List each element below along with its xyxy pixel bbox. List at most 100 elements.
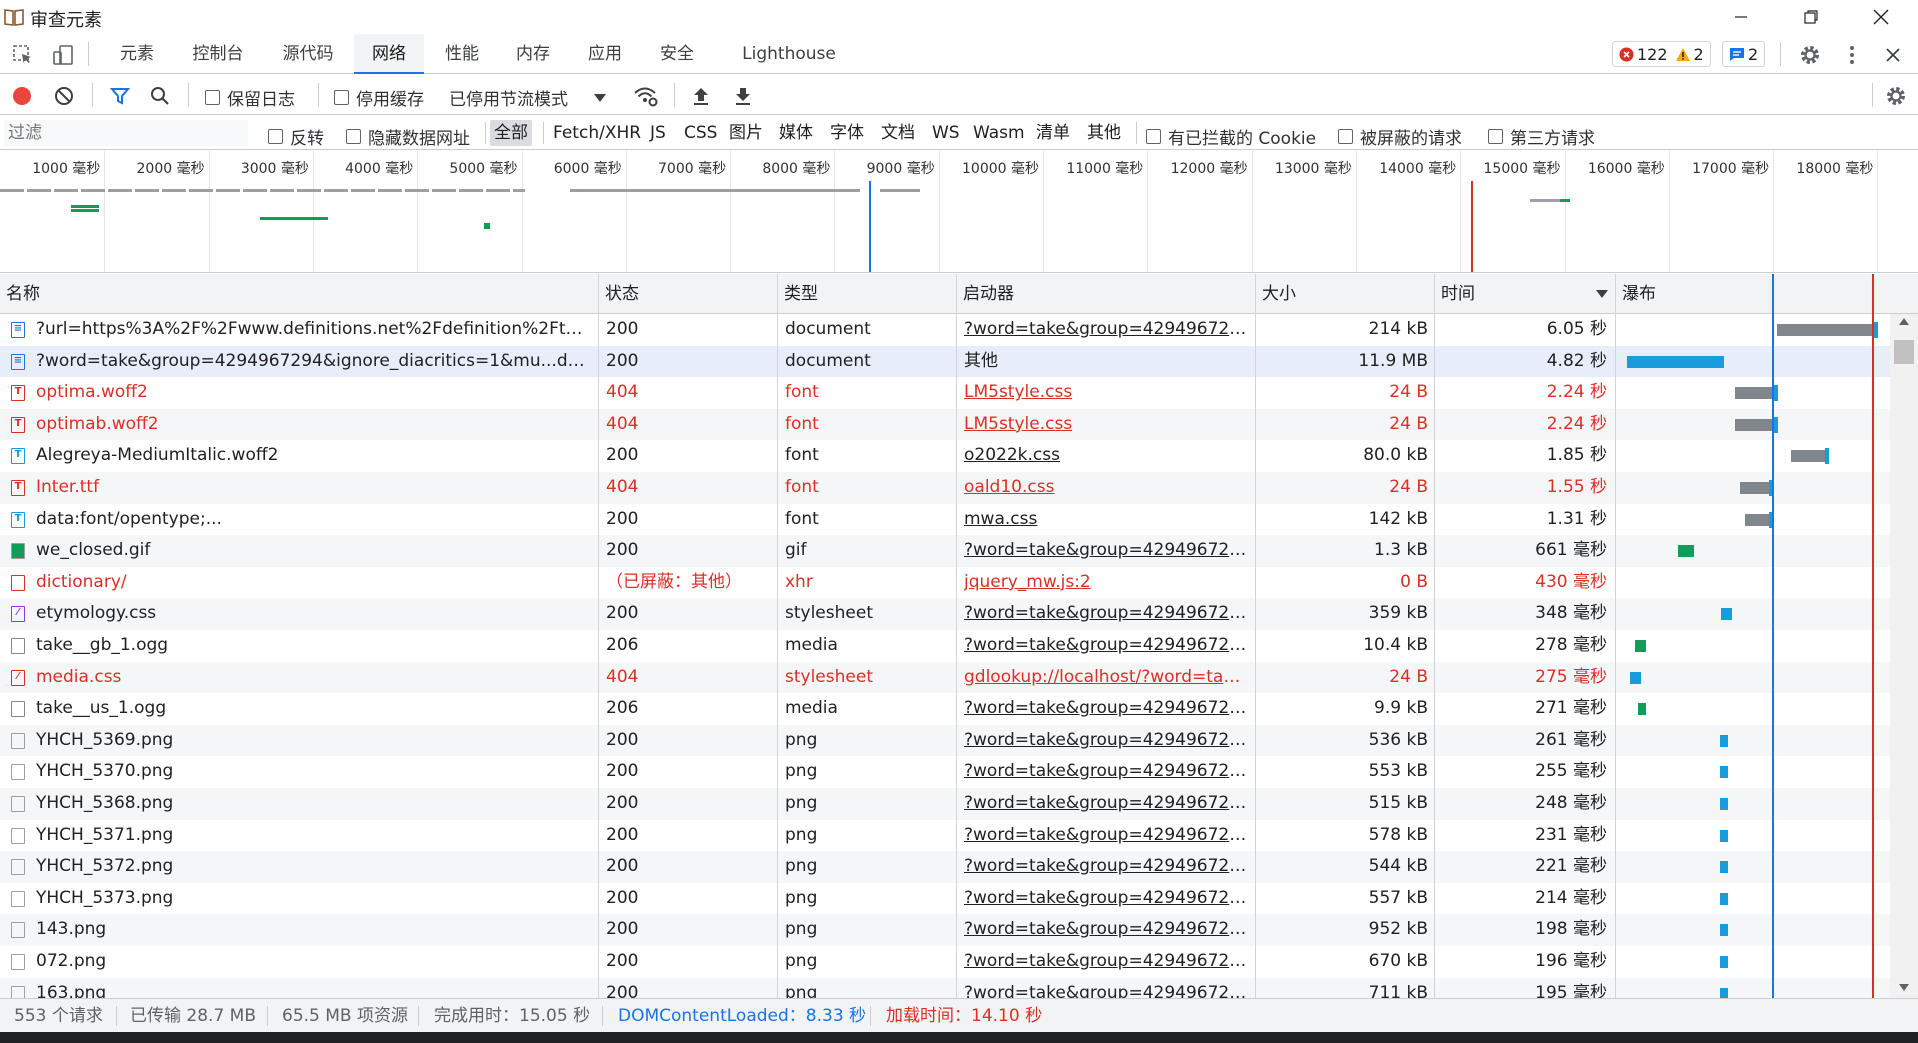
column-header-status[interactable]: 状态 — [599, 274, 777, 314]
table-row[interactable]: dictionary/ （已屏蔽：其他） xhr jquery_mw.js:2 0 B 4… — [0, 567, 1890, 599]
request-initiator[interactable]: ?word=take&group=4294967294... — [964, 725, 1248, 757]
table-row[interactable]: T Inter.ttf 404 font oald10.css 24 B 1.55 秒 — [0, 472, 1890, 504]
table-row[interactable]: ⁄ etymology.css 200 stylesheet ?word=take&gr… — [0, 598, 1890, 630]
table-row[interactable]: 143.png 200 png ?word=take&group=4294967294… — [0, 914, 1890, 946]
checkbox-box[interactable] — [334, 90, 349, 105]
filter-type-doc[interactable]: 文档 — [877, 120, 919, 146]
import-har-button[interactable] — [688, 82, 714, 110]
request-initiator[interactable]: ?word=take&group=4294967294... — [964, 820, 1248, 852]
filter-toggle-button[interactable] — [106, 82, 134, 110]
request-initiator[interactable]: ?word=take&group=4294967294... — [964, 598, 1248, 630]
table-row[interactable]: we_closed.gif 200 gif ?word=take&group=4294… — [0, 535, 1890, 567]
close-window-button[interactable] — [1850, 0, 1912, 34]
column-header-name[interactable]: 名称 — [0, 274, 598, 314]
scroll-up-icon[interactable] — [1899, 318, 1909, 325]
minimize-button[interactable] — [1710, 0, 1772, 34]
table-scrollbar[interactable] — [1890, 314, 1918, 998]
device-toolbar-button[interactable] — [48, 40, 78, 70]
tab-network[interactable]: 网络 — [354, 34, 424, 74]
checkbox-box[interactable] — [1338, 129, 1353, 144]
table-row[interactable]: YHCH_5373.png 200 png ?word=take&group=4294… — [0, 883, 1890, 915]
table-row[interactable]: YHCH_5372.png 200 png ?word=take&group=4294… — [0, 851, 1890, 883]
checkbox-box[interactable] — [1488, 129, 1503, 144]
checkbox-box[interactable] — [205, 90, 220, 105]
table-row[interactable]: Tdata:font/opentype;... 200 font mwa.css 142… — [0, 504, 1890, 536]
request-initiator[interactable]: jquery_mw.js:2 — [964, 567, 1248, 599]
restore-button[interactable] — [1780, 0, 1842, 34]
table-row[interactable]: take__gb_1.ogg 206 media ?word=take&group=4… — [0, 630, 1890, 662]
request-initiator[interactable]: ?word=take&group=4294967294... — [964, 946, 1248, 978]
more-options-button[interactable] — [1838, 39, 1866, 71]
blocked-cookies-checkbox[interactable]: 有已拦截的 Cookie — [1146, 124, 1316, 149]
table-row[interactable]: ≡ ?word=take&group=4294967294&ignore_diac… — [0, 345, 1890, 378]
request-initiator[interactable]: ?word=take&group=4294967294... — [964, 883, 1248, 915]
tab-security[interactable]: 安全 — [647, 34, 707, 74]
table-row[interactable]: YHCH_5369.png 200 png ?word=take&group=4294… — [0, 724, 1890, 757]
inspect-element-button[interactable] — [8, 40, 38, 70]
tab-elements[interactable]: 元素 — [103, 34, 171, 74]
table-row[interactable]: 163.png 200 png ?word=take&group=4294967294… — [0, 977, 1890, 998]
tab-console[interactable]: 控制台 — [182, 34, 254, 74]
filter-type-wasm[interactable]: Wasm — [969, 120, 1029, 146]
request-initiator[interactable]: ?word=take&group=4294967294... — [964, 978, 1248, 998]
filter-type-media[interactable]: 媒体 — [775, 120, 817, 146]
tab-memory[interactable]: 内存 — [503, 34, 563, 74]
filter-type-js[interactable]: JS — [646, 120, 670, 146]
tab-performance[interactable]: 性能 — [432, 34, 492, 74]
request-initiator[interactable]: LM5style.css — [964, 377, 1248, 409]
scrollbar-thumb[interactable] — [1894, 340, 1914, 364]
filter-type-font[interactable]: 字体 — [826, 120, 868, 146]
request-initiator[interactable]: ?word=take&group=4294967294... — [964, 851, 1248, 883]
checkbox-box[interactable] — [268, 129, 283, 144]
search-button[interactable] — [146, 82, 174, 110]
table-row[interactable]: take__us_1.ogg 206 media ?word=take&group=4… — [0, 693, 1890, 725]
clear-button[interactable] — [50, 82, 78, 110]
preserve-log-checkbox[interactable]: 保留日志 — [205, 85, 295, 110]
request-initiator[interactable]: ?word=take&group=4294967294... — [964, 756, 1248, 788]
table-row[interactable]: Toptimab.woff2 404 font LM5style.css 24 B 2.2… — [0, 408, 1890, 441]
settings-button[interactable] — [1794, 39, 1826, 71]
disable-cache-checkbox[interactable]: 停用缓存 — [334, 85, 424, 110]
column-header-initiator[interactable]: 启动器 — [957, 274, 1255, 314]
table-row[interactable]: ⁄ media.css 404 stylesheet gdlookup://localh… — [0, 661, 1890, 694]
request-initiator[interactable]: LM5style.css — [964, 409, 1248, 441]
table-row[interactable]: T Alegreya-MediumItalic.woff2 200 font o2022… — [0, 440, 1890, 472]
export-har-button[interactable] — [730, 82, 756, 110]
column-header-time[interactable]: 时间 — [1435, 274, 1613, 314]
issues-counter[interactable]: 122 2 — [1612, 41, 1711, 67]
third-party-checkbox[interactable]: 第三方请求 — [1488, 124, 1595, 149]
filter-type-all[interactable]: 全部 — [490, 120, 532, 146]
request-initiator[interactable]: ?word=take&group=4294967294... — [964, 788, 1248, 820]
filter-type-css[interactable]: CSS — [680, 120, 721, 146]
request-initiator[interactable]: mwa.css — [964, 504, 1248, 536]
table-row[interactable]: Toptima.woff2 404 font LM5style.css 24 B 2.24… — [0, 377, 1890, 409]
request-initiator[interactable]: ?word=take&group=4294967294... — [964, 630, 1248, 662]
network-overview[interactable]: 1000 毫秒 2000 毫秒 3000 毫秒 4000 毫秒 5000 毫秒 6000 … — [0, 151, 1918, 273]
checkbox-box[interactable] — [346, 129, 361, 144]
checkbox-box[interactable] — [1146, 129, 1161, 144]
request-initiator[interactable]: o2022k.css — [964, 440, 1248, 472]
close-devtools-button[interactable] — [1878, 39, 1908, 71]
request-initiator[interactable]: ?word=take&group=4294967294... — [964, 535, 1248, 567]
table-row[interactable]: 072.png 200 png ?word=take&group=4294967294… — [0, 946, 1890, 978]
table-row[interactable]: YHCH_5370.png 200 png ?word=take&group=4294… — [0, 756, 1890, 788]
invert-checkbox[interactable]: 反转 — [268, 124, 324, 149]
blocked-requests-checkbox[interactable]: 被屏蔽的请求 — [1338, 124, 1462, 149]
request-initiator[interactable]: ?word=take&group=4294967294... — [964, 314, 1248, 346]
scroll-down-icon[interactable] — [1899, 984, 1909, 991]
record-button[interactable] — [8, 82, 36, 110]
filter-type-manifest[interactable]: 清单 — [1032, 120, 1074, 146]
column-header-type[interactable]: 类型 — [778, 274, 956, 314]
tab-sources[interactable]: 源代码 — [270, 34, 346, 74]
filter-type-ws[interactable]: WS — [928, 120, 964, 146]
throttling-select[interactable]: 已停用节流模式 — [449, 85, 607, 110]
table-row[interactable]: YHCH_5371.png 200 png ?word=take&group=4294… — [0, 820, 1890, 852]
messages-counter[interactable]: 2 — [1722, 41, 1766, 67]
request-initiator[interactable]: gdlookup://localhost/?word=take... — [964, 662, 1248, 694]
column-header-size[interactable]: 大小 — [1256, 274, 1434, 314]
tab-application[interactable]: 应用 — [575, 34, 635, 74]
network-settings-button[interactable] — [1880, 81, 1912, 111]
filter-input[interactable] — [4, 120, 248, 146]
column-header-waterfall[interactable]: 瀑布 — [1616, 274, 1890, 314]
tab-lighthouse[interactable]: Lighthouse — [735, 34, 843, 74]
